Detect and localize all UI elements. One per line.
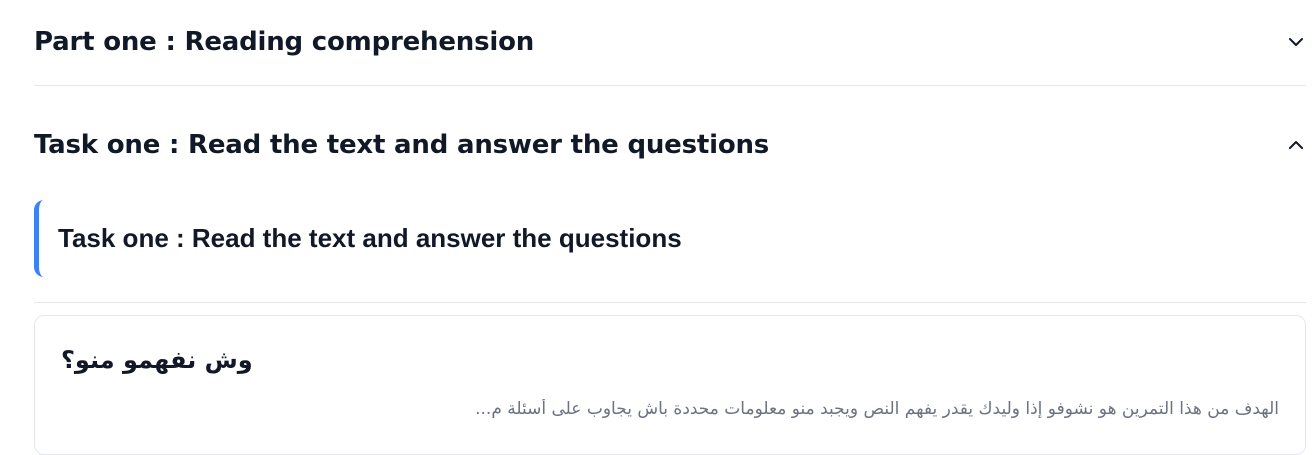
chevron-up-icon[interactable] — [1286, 135, 1306, 155]
accordion-task-one-title: Task one : Read the text and answer the … — [34, 130, 770, 160]
task-instruction-text: Task one : Read the text and answer the … — [58, 223, 682, 253]
accordion-part-one-header[interactable]: Part one : Reading comprehension — [34, 22, 1306, 62]
learning-objective-card[interactable]: وش نفهمو منو؟ الهدف من هذا التمرين هو نش… — [34, 315, 1306, 455]
learning-objective-description: الهدف من هذا التمرين هو نشوفو إذا وليدك … — [475, 399, 1279, 419]
accordion-task-one-header[interactable]: Task one : Read the text and answer the … — [34, 125, 1306, 165]
learning-objective-title: وش نفهمو منو؟ — [35, 346, 1305, 374]
learning-objective-title-text: وش نفهمو منو؟ — [61, 346, 253, 374]
accordion-task-one[interactable]: Task one : Read the text and answer the … — [34, 125, 1306, 165]
accordion-part-one[interactable]: Part one : Reading comprehension — [34, 22, 1306, 62]
accordion-part-one-title: Part one : Reading comprehension — [34, 27, 535, 57]
divider — [34, 302, 1306, 303]
divider — [34, 85, 1306, 86]
chevron-down-icon[interactable] — [1286, 32, 1306, 52]
task-instruction-callout: Task one : Read the text and answer the … — [34, 200, 1306, 277]
